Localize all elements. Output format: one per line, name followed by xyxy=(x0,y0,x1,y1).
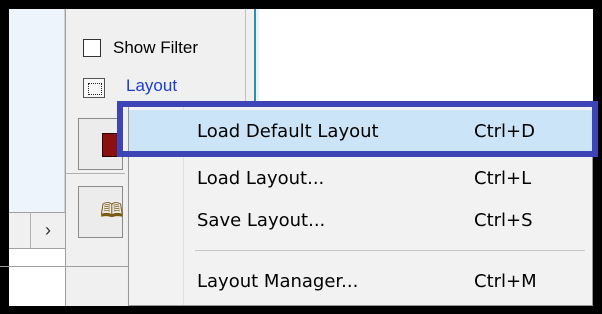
menu-item-shortcut: Ctrl+S xyxy=(474,210,533,231)
scroll-right-button[interactable]: › xyxy=(30,212,65,248)
menu-item-layout-manager[interactable]: Layout Manager... Ctrl+M xyxy=(129,262,592,300)
menu-item-label: Load Layout... xyxy=(197,168,325,189)
tool-button-2[interactable]: 🕮 xyxy=(78,186,124,238)
menu-item-shortcut: Ctrl+L xyxy=(474,168,532,189)
show-filter-label[interactable]: Show Filter xyxy=(113,38,198,58)
menu-item-load-layout[interactable]: Load Layout... Ctrl+L xyxy=(129,159,592,197)
layout-link[interactable]: Layout xyxy=(126,76,177,96)
menu-separator xyxy=(195,250,585,251)
menu-item-label: Save Layout... xyxy=(197,210,326,231)
layout-icon[interactable] xyxy=(83,78,105,98)
menu-item-label: Layout Manager... xyxy=(197,271,359,292)
left-bottom-pane xyxy=(9,248,65,306)
book-icon: 🕮 xyxy=(100,200,124,222)
highlight-annotation xyxy=(117,101,598,157)
menu-item-save-layout[interactable]: Save Layout... Ctrl+S xyxy=(129,201,592,239)
chevron-right-icon: › xyxy=(45,220,51,240)
left-list-pane[interactable] xyxy=(9,9,65,212)
menu-item-shortcut: Ctrl+M xyxy=(474,271,537,292)
divider xyxy=(65,173,125,174)
show-filter-checkbox[interactable] xyxy=(83,39,101,57)
